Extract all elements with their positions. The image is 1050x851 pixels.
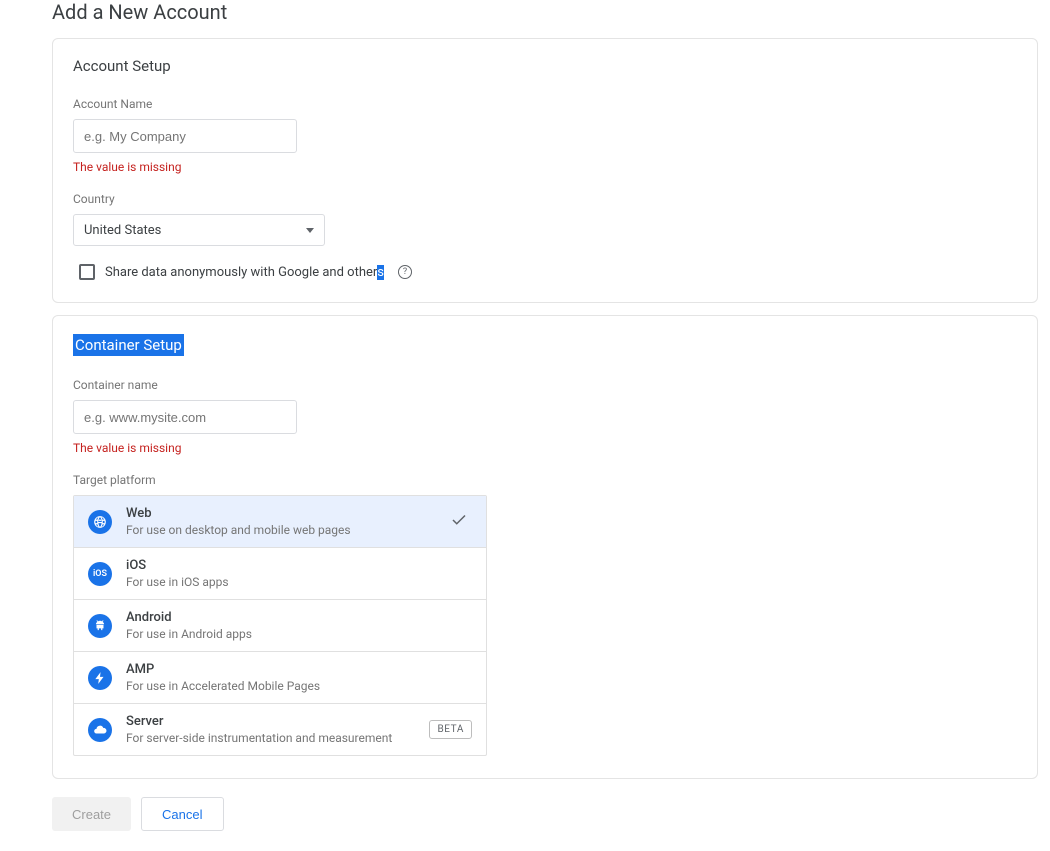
cancel-button[interactable]: Cancel: [141, 797, 223, 831]
container-name-error: The value is missing: [73, 441, 1017, 455]
platform-desc: For use on desktop and mobile web pages: [126, 523, 472, 537]
container-name-field: Container name The value is missing: [73, 378, 1017, 455]
account-name-label: Account Name: [73, 97, 1017, 111]
platform-desc: For use in Android apps: [126, 627, 472, 641]
platform-list: Web For use on desktop and mobile web pa…: [73, 495, 487, 756]
check-icon: [450, 511, 468, 533]
container-name-label: Container name: [73, 378, 1017, 392]
amp-icon: [88, 666, 112, 690]
platform-name: Web: [126, 506, 472, 521]
page-title: Add a New Account: [52, 0, 1050, 24]
share-data-checkbox[interactable]: [79, 264, 95, 280]
country-value: United States: [84, 223, 161, 238]
create-button[interactable]: Create: [52, 797, 131, 831]
platform-desc: For use in iOS apps: [126, 575, 472, 589]
container-section-title: Container Setup: [73, 334, 184, 356]
web-icon: [88, 510, 112, 534]
help-icon[interactable]: ?: [398, 265, 412, 279]
platform-name: Server: [126, 714, 415, 729]
platform-desc: For use in Accelerated Mobile Pages: [126, 679, 472, 693]
country-select[interactable]: United States: [73, 214, 325, 246]
country-field: Country United States: [73, 192, 1017, 246]
platform-item-amp[interactable]: AMP For use in Accelerated Mobile Pages: [74, 652, 486, 704]
target-platform-label: Target platform: [73, 473, 1017, 487]
container-name-input[interactable]: [73, 400, 297, 434]
account-setup-card: Account Setup Account Name The value is …: [52, 38, 1038, 303]
share-data-row: Share data anonymously with Google and o…: [73, 264, 1017, 280]
country-label: Country: [73, 192, 1017, 206]
container-setup-card: Container Setup Container name The value…: [52, 315, 1038, 779]
cloud-icon: [88, 718, 112, 742]
platform-name: Android: [126, 610, 472, 625]
share-data-label: Share data anonymously with Google and o…: [105, 265, 384, 280]
chevron-down-icon: [306, 228, 314, 233]
platform-name: AMP: [126, 662, 472, 677]
ios-icon: iOS: [88, 562, 112, 586]
platform-item-server[interactable]: Server For server-side instrumentation a…: [74, 704, 486, 755]
android-icon: [88, 614, 112, 638]
account-section-title: Account Setup: [73, 57, 171, 75]
button-row: Create Cancel: [52, 797, 1038, 831]
platform-desc: For server-side instrumentation and meas…: [126, 731, 415, 745]
account-name-input[interactable]: [73, 119, 297, 153]
beta-badge: BETA: [429, 720, 472, 739]
platform-item-android[interactable]: Android For use in Android apps: [74, 600, 486, 652]
platform-name: iOS: [126, 558, 472, 573]
platform-item-web[interactable]: Web For use on desktop and mobile web pa…: [74, 496, 486, 548]
account-name-error: The value is missing: [73, 160, 1017, 174]
platform-item-ios[interactable]: iOS iOS For use in iOS apps: [74, 548, 486, 600]
account-name-field: Account Name The value is missing: [73, 97, 1017, 174]
